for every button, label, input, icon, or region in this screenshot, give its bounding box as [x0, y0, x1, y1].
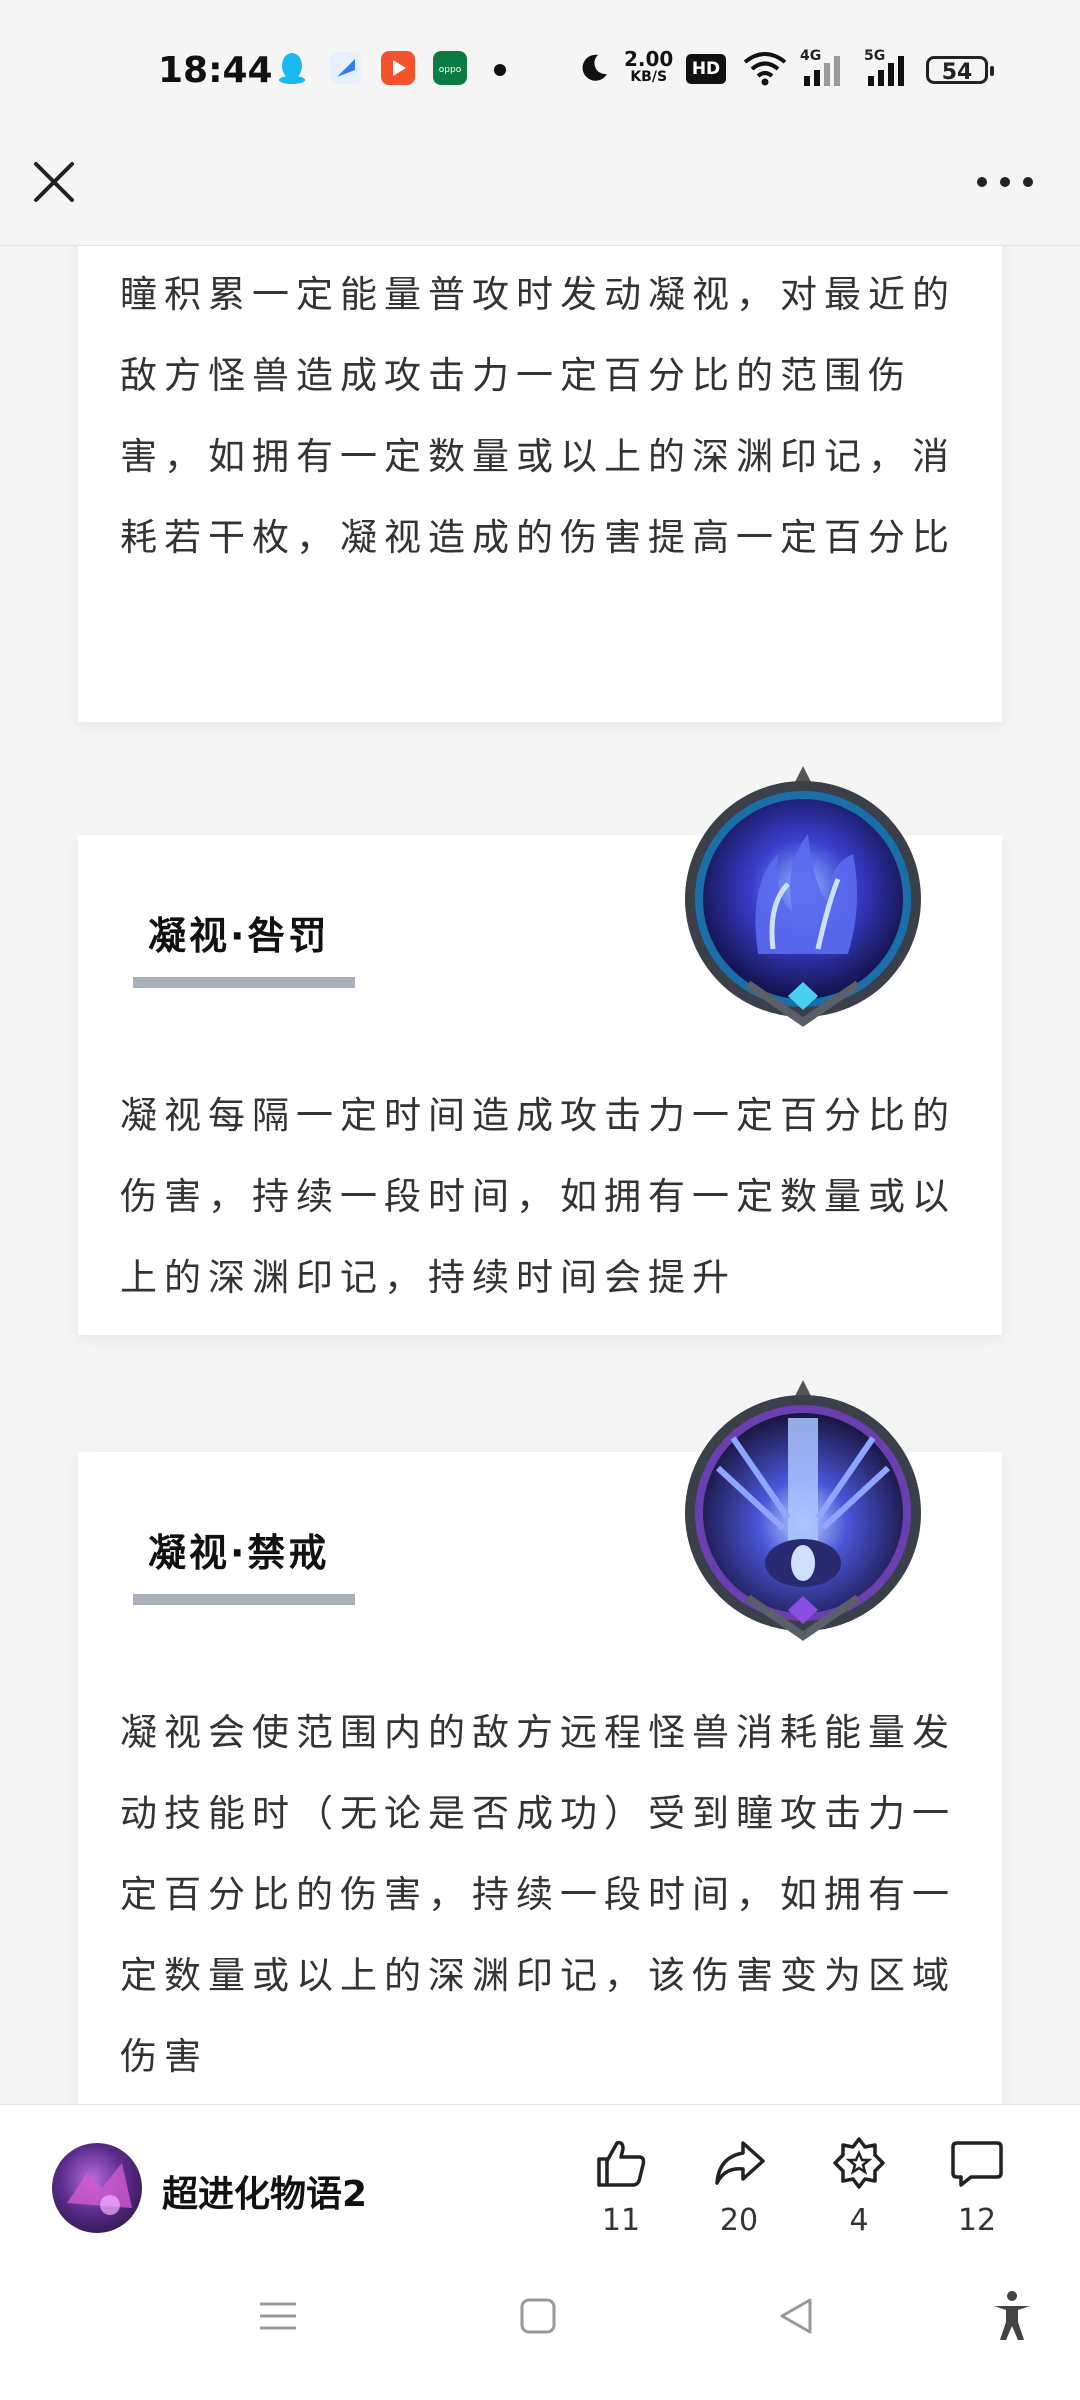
more-icon[interactable]	[970, 160, 1040, 204]
skill-title: 凝视·禁戒	[148, 1531, 330, 1575]
badge-star-icon	[833, 2137, 885, 2189]
hd-voice-icon: HD	[686, 54, 726, 84]
system-nav-bar	[0, 2256, 1080, 2400]
skill-title: 凝视·咎罚	[148, 914, 330, 958]
skill-description: 瞳积累一定能量普攻时发动凝视，对最近的敌方怪兽造成攻击力一定百分比的范围伤害，如…	[120, 273, 956, 559]
skill-description: 凝视会使范围内的敌方远程怪兽消耗能量发动技能时（无论是否成功）受到瞳攻击力一定百…	[120, 1711, 956, 2078]
share-icon	[715, 2141, 765, 2185]
network-speed: 2.00 KB/S	[624, 47, 674, 85]
title-underline	[133, 1594, 355, 1605]
share-button[interactable]: 20	[694, 2135, 784, 2238]
wifi-icon	[742, 50, 788, 90]
title-underline	[133, 977, 355, 988]
status-bar: 18:44 oppo 2.00 KB/S HD 4G 5G 54	[0, 0, 1080, 140]
collect-button[interactable]: 4	[814, 2135, 904, 2238]
blue-flame-badge-icon	[678, 764, 928, 1034]
share-count: 20	[719, 2203, 759, 2238]
home-icon[interactable]	[518, 2296, 558, 2340]
notification-dot-icon	[494, 64, 506, 76]
close-icon[interactable]	[30, 158, 78, 206]
comment-button[interactable]: 12	[932, 2135, 1022, 2238]
battery-indicator: 54	[926, 56, 994, 85]
skill-card: 瞳积累一定能量普攻时发动凝视，对最近的敌方怪兽造成攻击力一定百分比的范围伤害，如…	[78, 246, 1002, 722]
svg-text:oppo: oppo	[439, 65, 462, 75]
qq-icon	[274, 50, 310, 86]
browser-icon	[328, 50, 364, 86]
collect-count: 4	[849, 2203, 869, 2238]
thumbs-up-icon	[597, 2140, 646, 2187]
action-bar: 超进化物语2 11 20 4 12	[0, 2104, 1080, 2257]
channel-name[interactable]: 超进化物语2	[162, 2165, 367, 2217]
like-count: 11	[601, 2203, 641, 2238]
signal-5g-icon: 5G	[864, 48, 910, 88]
like-button[interactable]: 11	[576, 2135, 666, 2238]
skill-description: 凝视每隔一定时间造成攻击力一定百分比的伤害，持续一段时间，如拥有一定数量或以上的…	[120, 1094, 956, 1299]
video-app-icon	[380, 50, 416, 86]
signal-4g-icon: 4G	[800, 48, 846, 88]
oppo-icon: oppo	[432, 50, 468, 86]
moon-icon	[578, 52, 610, 88]
menu-icon[interactable]	[258, 2296, 298, 2340]
purple-eye-badge-icon	[678, 1378, 928, 1648]
comment-count: 12	[957, 2203, 997, 2238]
channel-avatar[interactable]	[52, 2143, 142, 2233]
comment-icon	[951, 2141, 1003, 2187]
accessibility-icon[interactable]	[990, 2290, 1034, 2346]
top-nav	[0, 140, 1080, 246]
status-time: 18:44	[158, 50, 273, 91]
article-content: 瞳积累一定能量普攻时发动凝视，对最近的敌方怪兽造成攻击力一定百分比的范围伤害，如…	[0, 246, 1080, 2104]
back-icon[interactable]	[776, 2296, 816, 2340]
